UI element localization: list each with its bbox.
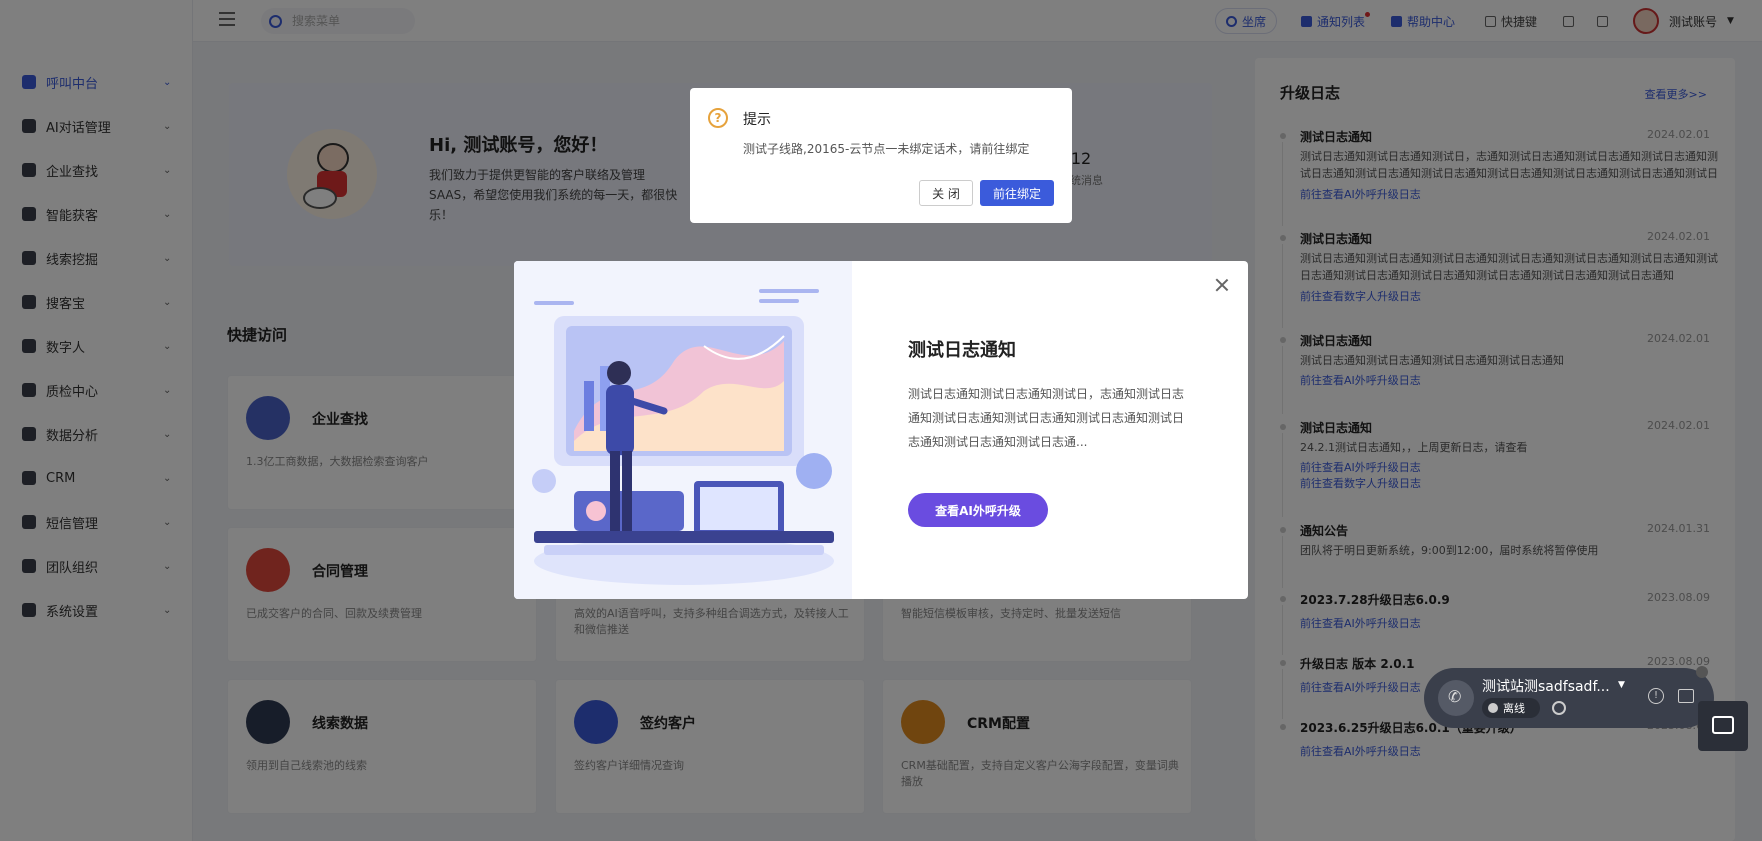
close-icon[interactable] xyxy=(1214,277,1230,293)
notice-illustration xyxy=(514,261,852,599)
alert-close-button[interactable]: 关 闭 xyxy=(919,180,973,206)
alert-confirm-button[interactable]: 前往绑定 xyxy=(980,180,1054,206)
alert-title: 提示 xyxy=(743,112,771,128)
expand-icon[interactable] xyxy=(1678,689,1694,703)
phone-icon[interactable] xyxy=(1438,680,1474,716)
notice-body: 测试日志通知测试日志通知测试日，志通知测试日志通知测试日志通知测试日志通知测试日… xyxy=(908,387,1185,449)
caret-down-icon[interactable]: ▼ xyxy=(1618,680,1625,690)
call-widget[interactable]: 测试站测sadfsadf... ▼ 离线 ! xyxy=(1424,666,1714,728)
chat-support-button[interactable] xyxy=(1698,701,1748,751)
view-upgrade-button[interactable]: 查看AI外呼升级 xyxy=(908,493,1048,527)
widget-close-icon[interactable] xyxy=(1696,666,1708,678)
question-icon: ? xyxy=(708,108,728,128)
chat-icon xyxy=(1712,716,1734,734)
alert-dialog: ? 提示 测试子线路,20165-云节点一未绑定话术，请前往绑定 关 闭 前往绑… xyxy=(690,88,1072,223)
settings-icon[interactable] xyxy=(1552,701,1566,715)
info-icon[interactable]: ! xyxy=(1648,688,1664,704)
alert-message: 测试子线路,20165-云节点一未绑定话术，请前往绑定 xyxy=(743,142,1030,156)
analyst-illustration xyxy=(514,261,852,599)
notice-title: 测试日志通知 xyxy=(908,340,1016,361)
status-icon xyxy=(1488,703,1498,713)
call-status-toggle[interactable]: 离线 xyxy=(1482,698,1540,718)
call-line-name[interactable]: 测试站测sadfsadf... xyxy=(1482,676,1610,696)
notice-modal: 测试日志通知 测试日志通知测试日志通知测试日，志通知测试日志通知测试日志通知测试… xyxy=(514,261,1248,599)
